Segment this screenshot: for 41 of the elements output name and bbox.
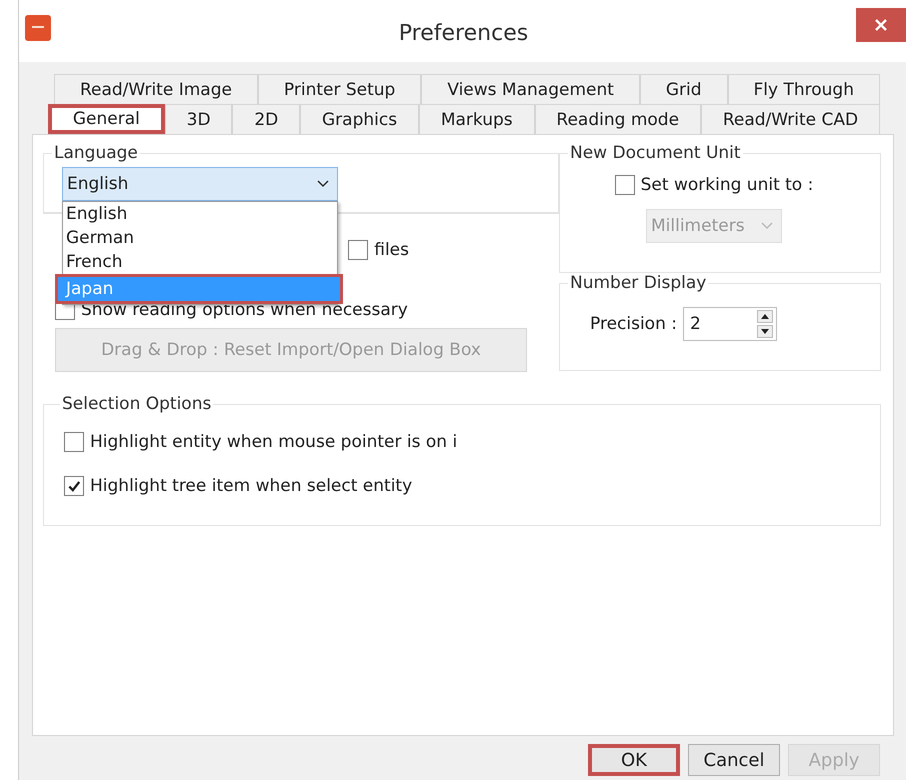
dropdown-option[interactable]: French bbox=[63, 250, 337, 274]
checkbox[interactable] bbox=[64, 476, 84, 496]
dialog-button[interactable]: OK bbox=[588, 744, 680, 776]
window-title: Preferences bbox=[398, 20, 530, 46]
tab[interactable]: Reading mode bbox=[534, 104, 701, 134]
checkbox-label: Highlight tree item when select entity bbox=[90, 476, 412, 496]
close-icon bbox=[873, 17, 889, 33]
tab[interactable]: Grid bbox=[640, 74, 728, 104]
group-title: Selection Options bbox=[61, 394, 212, 414]
field-label: Precision : bbox=[590, 314, 677, 334]
dropdown-option[interactable]: German bbox=[63, 226, 337, 250]
dialog-button[interactable]: Cancel bbox=[688, 744, 780, 776]
tab[interactable]: Graphics bbox=[300, 104, 419, 134]
check-icon bbox=[67, 479, 81, 493]
group-title: Number Display bbox=[569, 273, 708, 293]
tab[interactable]: Read/Write CAD bbox=[700, 104, 880, 134]
dropdown-option[interactable]: English bbox=[63, 202, 337, 226]
spin-down-icon[interactable] bbox=[756, 325, 773, 338]
close-button[interactable] bbox=[856, 8, 906, 42]
language-dropdown[interactable]: English bbox=[62, 167, 338, 201]
tab[interactable]: 3D bbox=[164, 104, 232, 134]
tab[interactable]: Read/Write Image bbox=[54, 74, 258, 104]
tab[interactable]: Views Management bbox=[421, 74, 640, 104]
tab[interactable]: Markups bbox=[418, 104, 535, 134]
tab[interactable]: 2D bbox=[232, 104, 300, 134]
checkbox-label: Highlight entity when mouse pointer is on i bbox=[90, 432, 458, 452]
spin-up-icon[interactable] bbox=[756, 310, 773, 323]
checkbox[interactable] bbox=[64, 432, 84, 452]
app-icon bbox=[25, 15, 51, 41]
tab[interactable]: Printer Setup bbox=[258, 74, 422, 104]
checkbox[interactable] bbox=[614, 175, 635, 195]
chevron-icon bbox=[761, 222, 773, 230]
tab[interactable]: Fly Through bbox=[728, 74, 880, 104]
checkbox-label: files bbox=[374, 240, 409, 260]
group-title: Language bbox=[53, 143, 139, 163]
checkbox[interactable] bbox=[348, 240, 368, 260]
tab[interactable]: General bbox=[48, 104, 165, 134]
precision-field[interactable]: 2 bbox=[682, 307, 777, 341]
group-title: New Document Unit bbox=[569, 143, 742, 163]
chevron-icon bbox=[317, 180, 329, 188]
checkbox-label: Set working unit to : bbox=[640, 175, 814, 195]
